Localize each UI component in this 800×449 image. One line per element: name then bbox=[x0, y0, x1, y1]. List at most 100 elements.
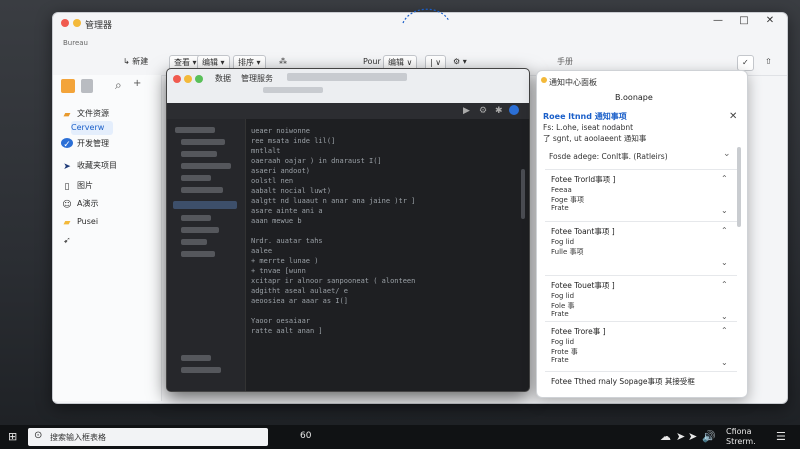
window-subtitle: Bureau bbox=[63, 39, 88, 47]
image-icon: ▯ bbox=[64, 182, 70, 192]
card-line: Feeaa bbox=[551, 186, 572, 194]
taskbar-search-text: 搜索输入框表格 bbox=[50, 433, 106, 442]
debug-icon[interactable]: ✱ bbox=[495, 106, 503, 116]
curve-icon bbox=[402, 8, 450, 24]
sidebar-item-label: 图片 bbox=[77, 181, 93, 190]
sidebar-item-label: 收藏夹项目 bbox=[77, 161, 117, 170]
sidebar-item-label: A演示 bbox=[77, 199, 99, 208]
folder-icon: ▰ bbox=[63, 110, 71, 120]
panel-heading: Roee ltnnd 通知事项 bbox=[543, 112, 627, 121]
notification-card[interactable]: Fotee Tthed rnaly Sopage事项 其接受框 bbox=[545, 371, 737, 396]
notification-card[interactable]: Fotee Touet事项 ] Fog lid Fole 事 Frate ⌃ ⌄ bbox=[545, 275, 737, 326]
run-icon[interactable]: ▶ bbox=[463, 106, 470, 116]
network-icon[interactable]: ➤ bbox=[676, 430, 685, 443]
chevron-down-icon[interactable]: ⌄ bbox=[721, 358, 728, 367]
sidebar-item-search[interactable]: Cerverw bbox=[71, 121, 113, 135]
close-dot-icon[interactable] bbox=[61, 19, 69, 27]
taskbar-app-label[interactable]: 60 bbox=[300, 431, 311, 441]
chevron-down-icon[interactable]: ⌄ bbox=[721, 258, 728, 267]
notification-card[interactable]: Fotee Trorld事项 ] Feeaa Foge 事项 Frate ⌃ ⌄ bbox=[545, 169, 737, 220]
maximize-button[interactable]: □ bbox=[733, 15, 755, 31]
panel-subtitle: B.oonape bbox=[615, 93, 653, 102]
settings-icon[interactable]: ⚙ bbox=[479, 106, 487, 116]
chevron-up-icon[interactable]: ⌃ bbox=[721, 226, 728, 235]
card-line: Frate bbox=[551, 356, 569, 364]
card-title: Fotee Toant事项 ] bbox=[551, 227, 615, 236]
notification-card[interactable]: Fotee Toant事项 ] Fog lid Fulle 事项 ⌃ ⌄ bbox=[545, 221, 737, 272]
code-line: Yaoor oesaiaar bbox=[251, 317, 311, 325]
close-button[interactable]: ✕ bbox=[759, 15, 781, 31]
sidebar-item-send[interactable]: ➹ bbox=[61, 233, 157, 247]
sidebar-item-favorites[interactable]: ➤ 收藏夹项目 bbox=[61, 159, 157, 173]
notification-icon[interactable]: ☰ bbox=[776, 430, 786, 443]
chevron-up-icon[interactable]: ⌃ bbox=[721, 174, 728, 183]
close-dot-icon[interactable] bbox=[173, 75, 181, 83]
ide-tab-service[interactable]: 管理服务 bbox=[241, 73, 273, 84]
code-line: + tnvae [wunn bbox=[251, 267, 306, 275]
chevron-up-icon[interactable]: ⌃ bbox=[721, 326, 728, 335]
chevron-down-icon[interactable]: ⌄ bbox=[721, 312, 728, 321]
more-button[interactable]: ⁂ bbox=[275, 55, 291, 69]
code-line: aalee bbox=[251, 247, 273, 255]
code-line: asaeri andoot) bbox=[251, 167, 311, 175]
chevron-down-icon[interactable]: ⌄ bbox=[721, 206, 728, 215]
clock[interactable]: Cfiona Strerm. bbox=[726, 427, 772, 447]
code-line: + merrte lunae ) bbox=[251, 257, 319, 265]
check-icon[interactable]: ✓ bbox=[737, 55, 754, 71]
code-line: oaeraah oajar ) in dnaraust I(] bbox=[251, 157, 382, 165]
code-line: ueaer noiwonne bbox=[251, 127, 311, 135]
new-button[interactable]: ↳ 新建 bbox=[119, 55, 152, 69]
sidebar-item-label: 文件资源 bbox=[77, 109, 109, 118]
card-line: Fog lid bbox=[551, 292, 575, 300]
share-icon[interactable]: ⇧ bbox=[761, 55, 776, 69]
notification-card[interactable]: Fotee Trore事 ] Fog lid Frote 事 Frate ⌃ ⌄ bbox=[545, 321, 737, 372]
cloud-icon[interactable]: ☁ bbox=[660, 430, 671, 443]
sidebar-item-pusei[interactable]: ▰ Pusei bbox=[61, 215, 157, 229]
volume-icon[interactable]: 🔊 bbox=[702, 430, 716, 443]
panel-close-button[interactable]: ✕ bbox=[729, 111, 737, 122]
avatar[interactable] bbox=[509, 105, 519, 115]
ide-tab-data[interactable]: 数据 bbox=[215, 73, 231, 84]
start-icon[interactable]: ⊞ bbox=[8, 430, 17, 443]
card-line: Frate bbox=[551, 204, 569, 212]
collapse-icon[interactable]: ⌄ bbox=[723, 149, 731, 159]
code-line: aeoosiea ar aaar as I(] bbox=[251, 297, 348, 305]
document-icon[interactable] bbox=[81, 79, 93, 93]
panel-detail: 了 sgnt, ut aoolaeent 通知事 bbox=[543, 134, 647, 143]
sidebar-item-dev[interactable]: ✓ 开发管理 bbox=[61, 137, 157, 151]
add-icon[interactable]: + bbox=[133, 78, 141, 89]
sidebar: ⌕ + ▰ 文件资源 Cerverw ✓ 开发管理 ➤ 收藏夹项目 ▯ 图片 ☺ A演示 … bbox=[53, 75, 162, 401]
sidebar-item-people[interactable]: ☺ A演示 bbox=[61, 197, 157, 211]
pour-button[interactable]: Pour bbox=[359, 55, 385, 69]
code-line: Nrdr. auatar tahs bbox=[251, 237, 323, 245]
sidebar-item-images[interactable]: ▯ 图片 bbox=[61, 179, 157, 193]
panel-scrollbar[interactable] bbox=[737, 147, 741, 227]
code-line: aalgtt nd luaaut n anar ana jaine )tr ] bbox=[251, 197, 416, 205]
card-line: Fog lid bbox=[551, 238, 575, 246]
code-line: aabalt nocial luwt) bbox=[251, 187, 332, 195]
card-line: Fulle 事项 bbox=[551, 248, 584, 256]
sidebar-item-files[interactable]: ▰ 文件资源 bbox=[61, 107, 157, 121]
flag-icon: ➤ bbox=[63, 162, 71, 172]
card-title: Fotee Touet事项 ] bbox=[551, 281, 615, 290]
code-editor[interactable]: ueaer noiwonne ree msata inde lil(] mntl… bbox=[251, 127, 521, 337]
share-icon[interactable]: ➤ bbox=[688, 430, 697, 443]
minimize-button[interactable]: — bbox=[707, 15, 729, 31]
panel-detail: Fs: L.ohe, iseat nodabnt bbox=[543, 123, 634, 132]
address-bar[interactable] bbox=[287, 73, 407, 81]
code-line: xcitapr ir alnoor sanpooneat ( alonteen bbox=[251, 277, 416, 285]
check-icon: ✓ bbox=[61, 138, 73, 150]
minimize-dot-icon[interactable] bbox=[184, 75, 192, 83]
settings-dropdown[interactable]: ⚙ ▾ bbox=[449, 55, 471, 69]
home-icon[interactable] bbox=[61, 79, 75, 93]
maximize-dot-icon[interactable] bbox=[195, 75, 203, 83]
chevron-up-icon[interactable]: ⌃ bbox=[721, 280, 728, 289]
code-line: adgitht aseal aulaet/ e bbox=[251, 287, 348, 295]
search-icon: ⊙ bbox=[34, 430, 43, 441]
ide-scrollbar[interactable] bbox=[521, 169, 525, 219]
ide-explorer bbox=[167, 119, 246, 391]
search-icon[interactable]: ⌕ bbox=[115, 78, 122, 93]
minimize-dot-icon[interactable] bbox=[73, 19, 81, 27]
